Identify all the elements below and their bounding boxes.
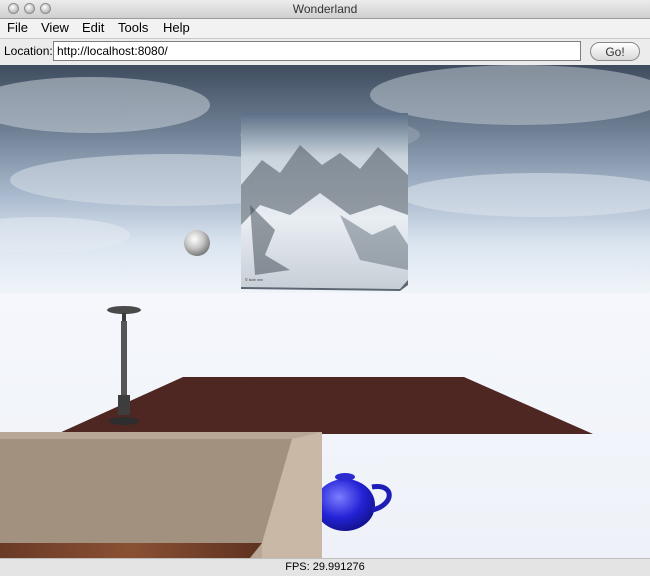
fps-readout: FPS: 29.991276: [285, 561, 365, 573]
foreground-wall: [0, 432, 322, 558]
location-toolbar: Location: Go!: [0, 39, 650, 65]
location-label: Location:: [4, 44, 53, 58]
title-bar[interactable]: Wonderland: [0, 0, 650, 19]
location-input[interactable]: [53, 41, 581, 61]
photo-cube[interactable]: © bob xxx: [241, 113, 408, 291]
3d-viewport[interactable]: © bob xxx: [0, 65, 650, 558]
menu-view[interactable]: View: [41, 20, 69, 35]
menu-tools[interactable]: Tools: [118, 20, 148, 35]
window-title: Wonderland: [292, 2, 358, 16]
menu-bar: File View Edit Tools Help: [0, 19, 650, 39]
go-button[interactable]: Go!: [590, 42, 640, 61]
3d-scene[interactable]: © bob xxx: [0, 65, 650, 558]
wonderland-window: Wonderland File View Edit Tools Help Loc…: [0, 0, 650, 576]
menu-help[interactable]: Help: [163, 20, 190, 35]
status-bar: FPS: 29.991276: [0, 558, 650, 576]
chrome-sphere[interactable]: [184, 230, 210, 256]
menu-file[interactable]: File: [7, 20, 28, 35]
menu-edit[interactable]: Edit: [82, 20, 104, 35]
photo-caption: © bob xxx: [245, 277, 263, 282]
